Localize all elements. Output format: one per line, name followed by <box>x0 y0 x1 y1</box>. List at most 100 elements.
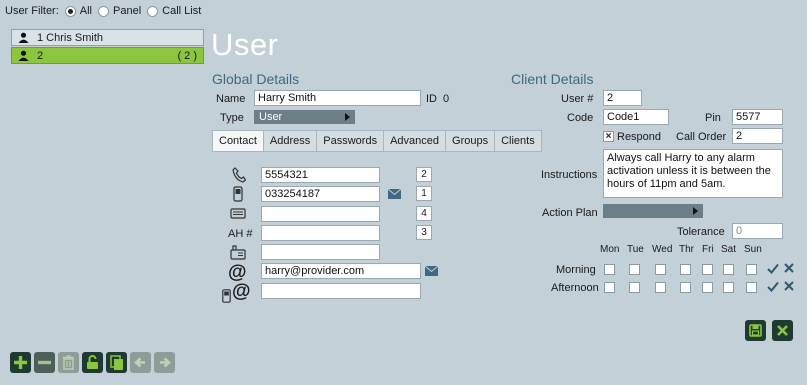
user-number-input[interactable] <box>603 90 642 106</box>
day-header-tue: Tue <box>627 244 644 255</box>
page-title: User <box>211 27 279 62</box>
code-input[interactable] <box>603 109 669 125</box>
radio-panel[interactable] <box>98 5 110 17</box>
phone-order[interactable]: 2 <box>416 167 432 182</box>
instructions-label: Instructions <box>541 169 598 181</box>
email-input[interactable] <box>261 263 421 279</box>
dropdown-arrow-icon <box>345 113 350 121</box>
dropdown-arrow-icon <box>693 207 698 215</box>
day-header-sat: Sat <box>721 244 737 255</box>
afternoon-sat-checkbox[interactable] <box>723 282 734 293</box>
person-icon <box>18 32 29 43</box>
user-number-label: User # <box>561 93 594 105</box>
add-user-button[interactable] <box>10 352 31 373</box>
action-plan-dropdown[interactable] <box>603 204 703 218</box>
respond-label: Respond <box>617 131 662 143</box>
tolerance-label: Tolerance <box>677 226 725 238</box>
afternoon-wed-checkbox[interactable] <box>655 282 666 293</box>
phone-handset-icon <box>232 167 246 183</box>
user-filter-label: User Filter: <box>5 5 59 17</box>
mobile-order[interactable]: 1 <box>416 186 432 201</box>
radio-all[interactable] <box>64 5 76 17</box>
afternoon-tue-checkbox[interactable] <box>629 282 640 293</box>
morning-tue-checkbox[interactable] <box>629 264 640 275</box>
morning-thr-checkbox[interactable] <box>680 264 691 275</box>
filter-option-all[interactable]: All <box>64 5 92 17</box>
name-label: Name <box>216 93 246 105</box>
fax-order[interactable]: 4 <box>416 206 432 221</box>
unlock-button[interactable] <box>82 352 103 373</box>
clear-all-x-icon[interactable] <box>784 263 794 273</box>
filter-option-panel[interactable]: Panel <box>98 5 141 17</box>
mobile-input[interactable] <box>261 186 380 202</box>
previous-button[interactable] <box>130 352 151 373</box>
morning-sun-checkbox[interactable] <box>746 264 757 275</box>
bottom-toolbar <box>10 352 175 373</box>
remove-user-button[interactable] <box>34 352 55 373</box>
tab-passwords[interactable]: Passwords <box>316 130 385 152</box>
floppy-disk-icon <box>749 324 762 337</box>
call-order-input[interactable] <box>732 128 783 144</box>
ah-input[interactable] <box>261 225 380 241</box>
cancel-button[interactable] <box>772 320 793 341</box>
client-details-heading: Client Details <box>511 71 594 87</box>
tab-advanced[interactable]: Advanced <box>383 130 447 152</box>
morning-wed-checkbox[interactable] <box>655 264 666 275</box>
save-button[interactable] <box>745 320 766 341</box>
id-value: 0 <box>443 93 450 105</box>
instructions-textarea[interactable]: Always call Harry to any alarm activatio… <box>603 149 783 198</box>
envelope-icon[interactable] <box>425 266 438 276</box>
type-dropdown[interactable]: User <box>254 110 355 124</box>
afternoon-fri-checkbox[interactable] <box>702 282 713 293</box>
delete-button[interactable] <box>58 352 79 373</box>
tolerance-input[interactable] <box>732 223 783 239</box>
fax-icon <box>230 208 246 219</box>
landline-input[interactable] <box>261 244 380 260</box>
name-input[interactable] <box>254 90 421 106</box>
type-label: Type <box>220 112 244 124</box>
user-list-item-selected[interactable]: 2 ( 2 ) <box>11 47 204 64</box>
respond-checkbox[interactable]: × <box>603 131 614 142</box>
select-all-check-icon[interactable] <box>767 263 779 274</box>
plus-icon <box>14 356 27 369</box>
ah-label: AH # <box>228 228 253 240</box>
id-label: ID <box>426 93 437 105</box>
schedule-row-morning: Morning <box>556 264 596 276</box>
pin-label: Pin <box>705 112 721 124</box>
radio-call-list[interactable] <box>147 5 159 17</box>
envelope-icon[interactable] <box>388 189 401 199</box>
afternoon-mon-checkbox[interactable] <box>604 282 615 293</box>
tab-bar: Contact Address Passwords Advanced Group… <box>212 130 542 152</box>
select-all-check-icon[interactable] <box>767 281 779 292</box>
sms-email-icon: @ <box>222 281 251 303</box>
pin-input[interactable] <box>732 109 783 125</box>
copy-icon <box>110 355 123 370</box>
next-button[interactable] <box>154 352 175 373</box>
clear-all-x-icon[interactable] <box>784 281 794 291</box>
tab-groups[interactable]: Groups <box>445 130 496 152</box>
tab-contact[interactable]: Contact <box>212 130 264 152</box>
schedule-row-afternoon: Afternoon <box>551 282 599 294</box>
mobile-phone-icon <box>233 186 243 202</box>
morning-fri-checkbox[interactable] <box>702 264 713 275</box>
afternoon-thr-checkbox[interactable] <box>680 282 691 293</box>
day-header-mon: Mon <box>600 244 620 255</box>
tab-clients[interactable]: Clients <box>494 130 542 152</box>
close-icon <box>777 325 788 336</box>
arrow-left-icon <box>134 357 145 368</box>
morning-sat-checkbox[interactable] <box>723 264 734 275</box>
user-list-item[interactable]: 1 Chris Smith <box>11 29 204 46</box>
global-details-heading: Global Details <box>212 71 300 87</box>
tab-address[interactable]: Address <box>262 130 318 152</box>
afternoon-sun-checkbox[interactable] <box>746 282 757 293</box>
filter-option-call-list[interactable]: Call List <box>147 5 201 17</box>
phone-input[interactable] <box>261 167 380 183</box>
copy-button[interactable] <box>106 352 127 373</box>
sms-email-input[interactable] <box>261 283 421 299</box>
morning-mon-checkbox[interactable] <box>604 264 615 275</box>
fax-input[interactable] <box>261 206 380 222</box>
ah-order[interactable]: 3 <box>416 225 432 240</box>
call-order-label: Call Order <box>676 131 727 143</box>
unlock-icon <box>87 355 98 369</box>
user-list: 1 Chris Smith 2 ( 2 ) <box>11 29 204 65</box>
